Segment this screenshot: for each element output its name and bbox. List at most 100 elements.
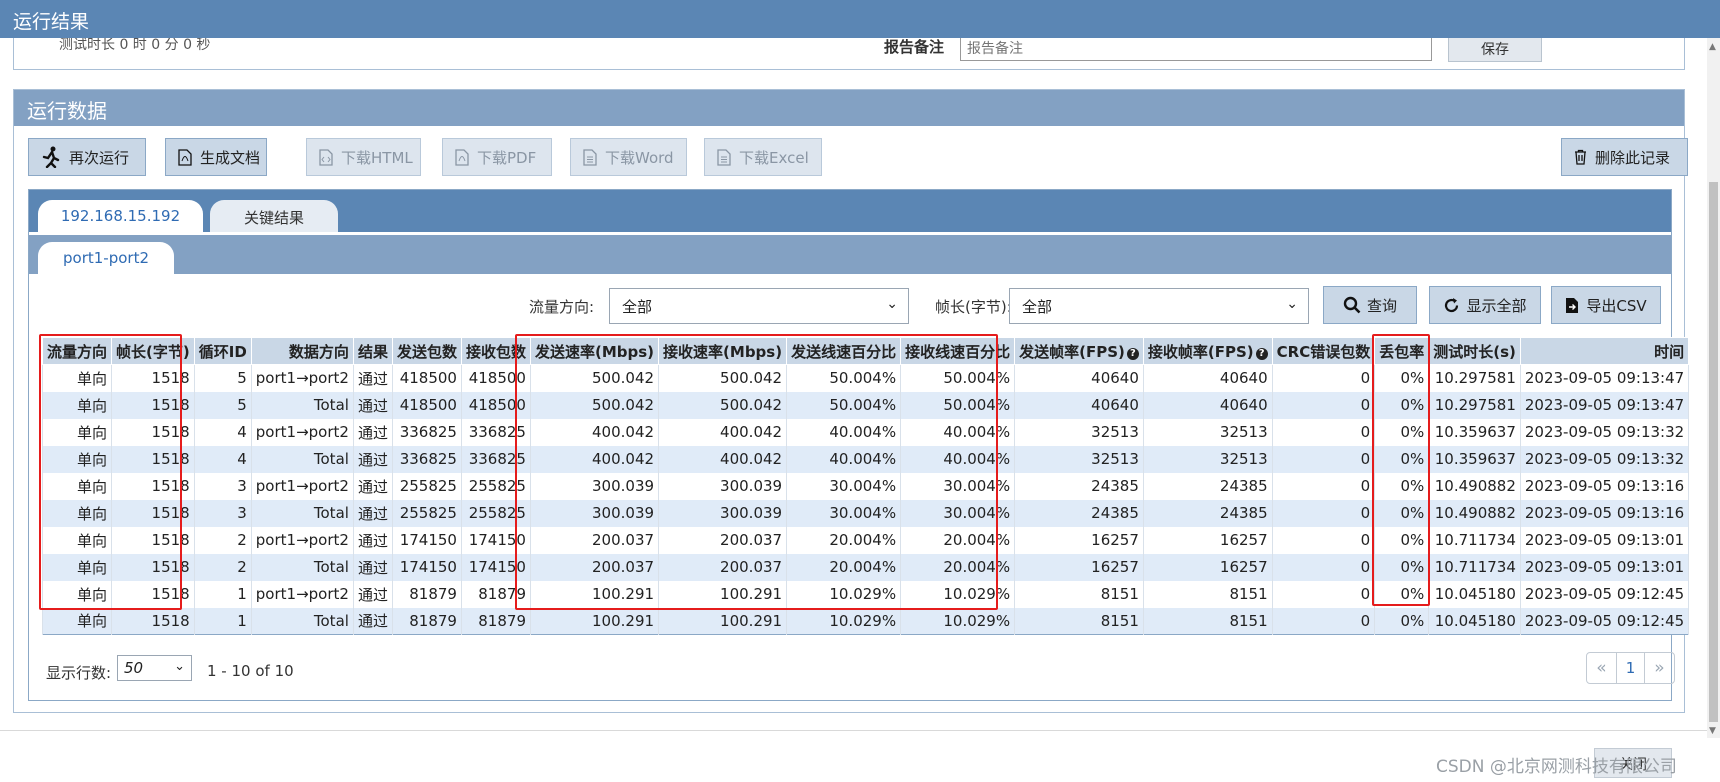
cell-tx-rate: 300.039	[529, 499, 660, 527]
chevron-down-icon: ⌄	[174, 659, 185, 674]
framelen-select-value: 全部	[1022, 298, 1053, 316]
col-header-rx-rate[interactable]: 接收速率(Mbps)	[658, 337, 788, 365]
toolbar: 再次运行 生成文档 下载HTML 下载PDF 下载Word 下载Excel 删除…	[28, 138, 1688, 176]
page-button-current[interactable]: 1	[1616, 653, 1645, 683]
cell-rx-rate: 100.291	[658, 580, 788, 608]
window-title: 运行结果	[0, 0, 1720, 38]
col-header-loss-rate[interactable]: 丢包率	[1374, 337, 1430, 365]
cell-tx-rate: 400.042	[529, 445, 660, 473]
code-file-icon	[319, 148, 333, 166]
col-header-direction[interactable]: 流量方向	[41, 337, 113, 365]
cell-tx-fps: 32513	[1014, 418, 1144, 446]
cell-loop-id: 2	[193, 553, 252, 581]
cell-time: 2023-09-05 09:12:45	[1519, 607, 1690, 635]
cell-crc-errors: 0	[1271, 607, 1376, 635]
col-header-duration[interactable]: 测试时长(s)	[1428, 337, 1521, 365]
cell-loss-rate: 0%	[1374, 391, 1430, 419]
cell-data-direction: Total	[250, 445, 354, 473]
col-header-crc-errors[interactable]: CRC错误包数	[1271, 337, 1376, 365]
report-note-input[interactable]	[960, 34, 1432, 61]
cell-data-direction: port1→port2	[250, 472, 354, 500]
cell-tx-fps: 40640	[1014, 391, 1144, 419]
export-csv-button[interactable]: 导出CSV	[1551, 286, 1661, 324]
col-header-tx-fps[interactable]: 发送帧率(FPS)?	[1014, 337, 1144, 365]
cell-time: 2023-09-05 09:13:01	[1519, 553, 1690, 581]
col-header-time[interactable]: 时间	[1519, 337, 1690, 365]
download-pdf-button[interactable]: 下载PDF	[442, 138, 552, 176]
download-html-button[interactable]: 下载HTML	[306, 138, 421, 176]
page-scrollbar[interactable]: ▲ ▼	[1707, 38, 1720, 738]
cell-rx-fps: 40640	[1142, 391, 1273, 419]
next-page-button[interactable]: »	[1645, 653, 1674, 683]
cell-crc-errors: 0	[1271, 364, 1376, 392]
framelen-select[interactable]: 全部 ⌄	[1009, 288, 1309, 324]
scroll-down-icon[interactable]: ▼	[1709, 726, 1716, 736]
col-header-rx-fps[interactable]: 接收帧率(FPS)?	[1142, 337, 1273, 365]
cell-direction: 单向	[41, 607, 113, 635]
cell-tx-packets: 81879	[391, 580, 462, 608]
table-row: 单向 1518 2 port1→port2 通过 174150 174150 200.037 2…	[41, 526, 1690, 554]
tab-key-results[interactable]: 关键结果	[210, 200, 338, 232]
cell-result: 通过	[352, 418, 393, 446]
cell-loss-rate: 0%	[1374, 445, 1430, 473]
cell-tx-rate: 300.039	[529, 472, 660, 500]
show-all-button[interactable]: 显示全部	[1429, 286, 1541, 324]
cell-loss-rate: 0%	[1374, 607, 1430, 635]
cell-data-direction: Total	[250, 607, 354, 635]
col-header-tx-linerate[interactable]: 发送线速百分比	[786, 337, 902, 365]
col-header-framelen[interactable]: 帧长(字节)	[111, 337, 195, 365]
cell-tx-linerate: 40.004%	[786, 418, 902, 446]
question-circle-icon[interactable]: ?	[1126, 347, 1139, 360]
cell-loop-id: 3	[193, 499, 252, 527]
cell-rx-rate: 400.042	[658, 445, 788, 473]
col-header-tx-rate[interactable]: 发送速率(Mbps)	[529, 337, 660, 365]
cell-loss-rate: 0%	[1374, 418, 1430, 446]
cell-rx-fps: 24385	[1142, 472, 1273, 500]
pagination: « 1 »	[1586, 652, 1675, 684]
col-header-result[interactable]: 结果	[352, 337, 393, 365]
scrollbar-thumb[interactable]	[1709, 182, 1718, 722]
cell-rx-rate: 300.039	[658, 472, 788, 500]
cell-framelen: 1518	[111, 391, 195, 419]
cell-tx-fps: 24385	[1014, 472, 1144, 500]
col-header-tx-packets[interactable]: 发送包数	[391, 337, 462, 365]
cell-tx-rate: 100.291	[529, 580, 660, 608]
tab-host-ip[interactable]: 192.168.15.192	[38, 200, 203, 232]
table-row: 单向 1518 1 port1→port2 通过 81879 81879 100.291 100…	[41, 580, 1690, 608]
cell-crc-errors: 0	[1271, 418, 1376, 446]
col-header-rx-linerate[interactable]: 接收线速百分比	[900, 337, 1016, 365]
cell-tx-fps: 40640	[1014, 364, 1144, 392]
cell-framelen: 1518	[111, 607, 195, 635]
save-button[interactable]: 保存	[1448, 34, 1542, 62]
question-circle-icon[interactable]: ?	[1255, 347, 1268, 360]
scroll-up-icon[interactable]: ▲	[1709, 42, 1716, 52]
rows-per-page-select[interactable]: 50 ⌄	[117, 655, 192, 681]
cell-tx-packets: 336825	[391, 445, 462, 473]
cell-data-direction: port1→port2	[250, 418, 354, 446]
cell-tx-rate: 500.042	[529, 391, 660, 419]
col-header-loop-id[interactable]: 循环ID	[193, 337, 252, 365]
download-word-button[interactable]: 下载Word	[570, 138, 687, 176]
direction-select[interactable]: 全部 ⌄	[609, 288, 909, 324]
cell-rx-fps: 32513	[1142, 418, 1273, 446]
delete-record-button[interactable]: 删除此记录	[1561, 138, 1688, 176]
cell-tx-fps: 32513	[1014, 445, 1144, 473]
query-button[interactable]: 查询	[1323, 286, 1417, 324]
cell-data-direction: port1→port2	[250, 580, 354, 608]
rerun-button[interactable]: 再次运行	[28, 138, 146, 176]
table-row: 单向 1518 3 Total 通过 255825 255825 300.039 300.039…	[41, 499, 1690, 527]
cell-loop-id: 5	[193, 364, 252, 392]
prev-page-button[interactable]: «	[1587, 653, 1616, 683]
cell-duration: 10.711734	[1428, 553, 1521, 581]
generate-doc-label: 生成文档	[200, 148, 261, 167]
tab-port-pair[interactable]: port1-port2	[38, 242, 174, 274]
col-header-rx-packets[interactable]: 接收包数	[460, 337, 531, 365]
cell-duration: 10.490882	[1428, 472, 1521, 500]
results-table: 流量方向 帧长(字节) 循环ID 数据方向 结果 发送包数 接收包数 发送速率(…	[41, 337, 1690, 635]
col-header-data-direction[interactable]: 数据方向	[250, 337, 354, 365]
download-excel-button[interactable]: 下载Excel	[704, 138, 822, 176]
generate-doc-button[interactable]: 生成文档	[165, 138, 267, 176]
cell-rx-linerate: 20.004%	[900, 526, 1016, 554]
cell-data-direction: Total	[250, 499, 354, 527]
cell-tx-rate: 400.042	[529, 418, 660, 446]
